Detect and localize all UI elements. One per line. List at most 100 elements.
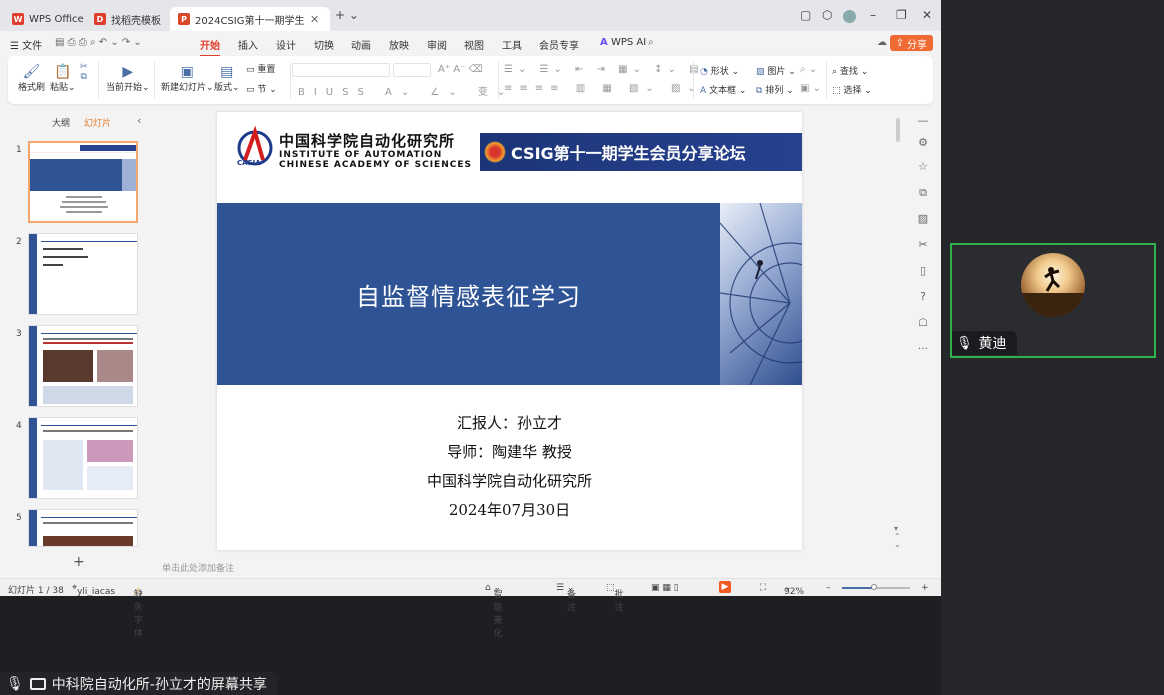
font-size-controls[interactable]: A⁺ A⁻ ⌫ [438, 64, 483, 75]
book-icon[interactable]: ▯ [916, 264, 930, 278]
collapse-panel-icon[interactable]: ‹ [137, 114, 141, 127]
more-icon[interactable]: ··· [916, 342, 930, 356]
font-name-input[interactable] [292, 63, 390, 77]
brush-icon: 🖌 [22, 64, 41, 80]
participant-video-tile[interactable]: 🎙 黄迪 [950, 243, 1156, 358]
menu-tab-tools[interactable]: 工具 [502, 37, 522, 52]
cloud-icon[interactable]: ☁ [877, 37, 887, 48]
reporter-text: 汇报人：孙立才 [456, 414, 562, 432]
cut-copy-icons[interactable]: ✂ ⧉ [80, 62, 88, 82]
slide-count: 幻灯片 1 / 38 [8, 586, 64, 596]
minus-icon[interactable]: — [916, 114, 930, 128]
forum-banner: CSIG第十一期学生会员分享论坛 [480, 133, 802, 171]
climber-image [720, 203, 802, 385]
close-tab-icon[interactable]: ✕ [310, 13, 319, 26]
menu-tab-home[interactable]: 开始 [200, 37, 220, 57]
textbox-button[interactable]: A 文本框 ⌄ [700, 83, 746, 96]
notes-button[interactable]: ☰ 备注 ⌄ [556, 583, 576, 613]
menu-bar: ☰ 文件 ▤ ⎙ ⎙ ⌕ ↶ ⌄ ↷ ⌄ 开始 插入 设计 切换 动画 放映 审… [0, 31, 941, 57]
editor-scrollbar[interactable] [896, 118, 900, 142]
tab-slides[interactable]: 幻灯片 [84, 116, 111, 129]
more-insert-icon[interactable]: ⌕ ⌄ [800, 64, 817, 75]
add-slide-icon[interactable]: + [73, 554, 85, 570]
minimize-icon[interactable]: – [870, 8, 876, 22]
slide-thumbnail-2[interactable] [28, 233, 138, 315]
clipboard-icon: 📋 [54, 64, 72, 80]
right-toolbar: — ⚙ ☆ ⧉ ▨ ✂ ▯ ? ☖ ··· [912, 108, 934, 368]
file-menu[interactable]: ☰ 文件 [10, 37, 42, 52]
find-button[interactable]: ⌕ 查找 ⌄ [832, 64, 868, 77]
shape-button[interactable]: ◔ 形状 ⌄ [700, 64, 739, 77]
menu-tab-animation[interactable]: 动画 [351, 37, 371, 52]
slide-thumbnail-1[interactable] [28, 141, 138, 223]
new-tab-icon[interactable]: + ⌄ [335, 8, 359, 22]
tab-presentation[interactable]: P 2024CSIG第十一期学生会员分 ✕ [170, 7, 330, 31]
slide-title: 自监督情感表征学习 [356, 282, 581, 311]
align-icons[interactable]: ≡≡≡≡ ▥ ▦ ▧⌄ ▨⌄ [504, 83, 703, 94]
zoom-level[interactable]: 92% ⌄ [784, 583, 804, 597]
play-from-current-button[interactable]: ▶ 当前开始⌄ [106, 64, 150, 93]
arrange-button[interactable]: ⧉ 排列 ⌄ [756, 83, 794, 96]
reset-button[interactable]: ▭ 重置 [246, 62, 275, 75]
menu-tab-insert[interactable]: 插入 [238, 37, 258, 52]
gift-icon[interactable]: ☖ [916, 316, 930, 330]
beautify-button[interactable]: ⌂ 智能美化 ⌄ [485, 583, 503, 639]
menu-tab-transition[interactable]: 切换 [314, 37, 334, 52]
font-style-icons[interactable]: BIUSS A⌄ ∠⌄ 变⌄ [298, 83, 514, 98]
organization-text: 中国科学院自动化研究所 [426, 472, 592, 490]
star-icon[interactable]: ☆ [916, 160, 930, 174]
select-button[interactable]: ⬚ 选择 ⌄ [832, 83, 872, 96]
theme-name[interactable]: ⌖ yli_iacas [72, 583, 115, 597]
comment-button[interactable]: ⬚ 批注 [606, 583, 624, 613]
settings-sliders-icon[interactable]: ⚙ [916, 136, 930, 150]
tab-wps-office[interactable]: W WPS Office [4, 7, 92, 31]
wps-ai-button[interactable]: A WPS AI [600, 37, 646, 48]
slide-thumbnail-3[interactable] [28, 325, 138, 407]
help-icon[interactable]: ? [916, 290, 930, 304]
window-mode-icon[interactable]: ▢ [800, 8, 811, 22]
section-button[interactable]: ▭ 节 ⌄ [246, 82, 277, 95]
slide-canvas[interactable]: CASIA 中国科学院自动化研究所 INSTITUTE OF AUTOMATIO… [217, 112, 802, 550]
participant-name-label: 🎙 黄迪 [952, 331, 1017, 355]
zoom-out-icon[interactable]: – [826, 583, 831, 593]
ppt-file-icon: P [178, 13, 190, 25]
cube-icon[interactable]: ⬡ [822, 8, 832, 22]
outline-icon[interactable]: ▣ ⌄ [800, 83, 821, 94]
tab-docer[interactable]: D 找稻壳模板 [86, 7, 169, 31]
restore-icon[interactable]: ❐ [896, 8, 907, 22]
shape-icon: ◔ [700, 67, 708, 77]
menu-tab-view[interactable]: 视图 [464, 37, 484, 52]
zoom-slider-thumb[interactable] [871, 584, 877, 590]
zoom-in-icon[interactable]: + [921, 583, 929, 593]
fit-icon[interactable]: ⛶ [760, 583, 766, 593]
slide-thumbnail-5[interactable] [28, 509, 138, 547]
menu-tab-member[interactable]: 会员专享 [539, 37, 579, 52]
paste-button[interactable]: 📋 粘贴⌄ [50, 64, 76, 93]
menu-tab-design[interactable]: 设计 [276, 37, 296, 52]
picture-button[interactable]: ▨ 图片 ⌄ [756, 64, 796, 77]
format-painter-button[interactable]: 🖌 格式刷 [18, 64, 45, 93]
font-size-input[interactable] [393, 63, 431, 77]
close-window-icon[interactable]: ✕ [922, 8, 932, 22]
menu-tab-slideshow[interactable]: 放映 [389, 37, 409, 52]
view-mode-icons[interactable]: ▣ ▦ ▯ [651, 583, 679, 593]
scroll-arrows[interactable]: ▾ ⌃ ⌄ [894, 525, 901, 549]
slideshow-play-icon[interactable]: ▶ [719, 581, 731, 593]
notes-placeholder[interactable]: 单击此处添加备注 [162, 561, 234, 574]
casia-logo: CASIA [233, 125, 277, 170]
tools-icon[interactable]: ✂ [916, 238, 930, 252]
layout-button[interactable]: ▤ 版式⌄ [214, 64, 240, 93]
tab-outline[interactable]: 大纲 [52, 116, 70, 129]
advisor-text: 导师：陶建华 教授 [447, 443, 572, 461]
screen-share-label: 🎙 中科院自动化所-孙立才的屏幕共享 [0, 672, 277, 695]
new-slide-button[interactable]: ▣ 新建幻灯片⌄ [161, 64, 214, 93]
menu-tab-review[interactable]: 审阅 [427, 37, 447, 52]
list-icons[interactable]: ☰⌄ ☰⌄ ⇤ ⇥ ▦⌄ ↕⌄ ▤ [504, 64, 704, 75]
image-icon[interactable]: ▨ [916, 212, 930, 226]
quick-access-icons[interactable]: ▤ ⎙ ⎙ ⌕ ↶ ⌄ ↷ ⌄ [55, 37, 142, 48]
copy-icon[interactable]: ⧉ [916, 186, 930, 200]
search-icon[interactable]: ⌕ [648, 37, 654, 48]
share-button[interactable]: ⇪ 分享 [889, 35, 933, 51]
user-avatar-icon[interactable] [843, 10, 856, 23]
slide-thumbnail-4[interactable] [28, 417, 138, 499]
